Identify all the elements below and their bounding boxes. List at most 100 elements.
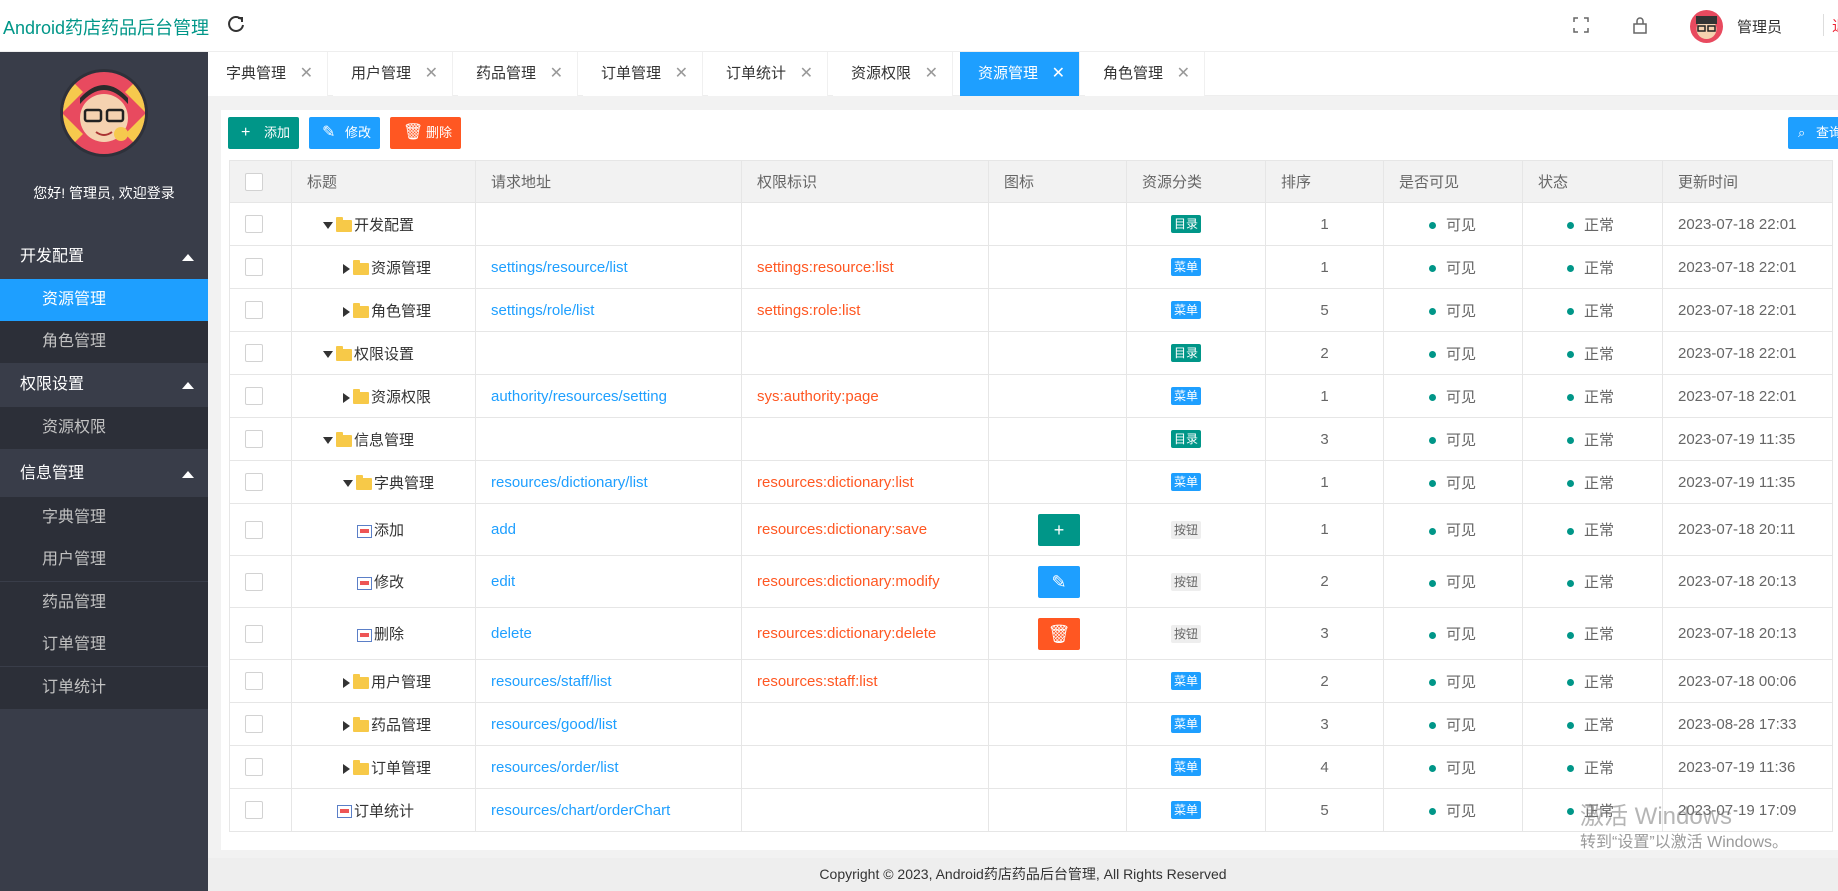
sidebar-item-resource-permissions[interactable]: 资源权限 [0,407,208,449]
table-row[interactable]: 用户管理 resources/staff/list resources:staff:… [229,659,1833,703]
row-checkbox[interactable] [245,473,263,492]
table-row[interactable]: 权限设置 目录 2 可见 正常 2023-07-18 22:01 [229,331,1833,375]
table-row[interactable]: 角色管理 settings/role/list settings:role:list… [229,288,1833,332]
sidebar-group-label: 开发配置 [20,248,85,265]
welcome-text: 您好! 管理员, 欢迎登录 [33,185,175,201]
column-header-status[interactable]: 状态 [1522,160,1663,203]
row-checkbox[interactable] [245,430,263,449]
collapse-arrow-icon[interactable] [343,263,350,274]
collapse-arrow-icon[interactable] [343,763,350,774]
row-select-cell [229,417,292,461]
close-icon[interactable]: ✕ [550,52,563,96]
column-header-visible[interactable]: 是否可见 [1383,160,1523,203]
table-row[interactable]: 开发配置 目录 1 可见 正常 2023-07-18 22:01 [229,202,1833,246]
close-icon[interactable]: ✕ [1177,52,1190,96]
expand-arrow-icon[interactable] [323,351,333,359]
fullscreen-icon[interactable] [1572,16,1590,34]
tab-resource-management[interactable]: 资源管理 ✕ [960,52,1080,96]
table-row[interactable]: 资源管理 settings/resource/list settings:resou… [229,245,1833,289]
updated-time: 2023-07-18 22:01 [1678,301,1797,319]
close-icon[interactable]: ✕ [300,52,313,96]
close-icon[interactable]: ✕ [675,52,688,96]
sidebar-group-dev-config[interactable]: 开发配置 [0,236,208,278]
refresh-icon[interactable] [226,14,246,34]
table-row[interactable]: 资源权限 authority/resources/setting sys:autho… [229,374,1833,418]
tab-orders[interactable]: 订单管理 ✕ [583,52,703,96]
user-avatar[interactable] [1690,10,1723,43]
expand-arrow-icon[interactable] [343,480,353,488]
row-checkbox[interactable] [245,624,263,643]
column-header-icon[interactable]: 图标 [988,160,1127,203]
sidebar-item-dictionary[interactable]: 字典管理 [0,497,208,539]
tab-resource-permissions[interactable]: 资源权限 ✕ [833,52,953,96]
row-checkbox[interactable] [245,801,263,820]
column-header-permission[interactable]: 权限标识 [741,160,989,203]
row-checkbox[interactable] [245,387,263,406]
row-checkbox[interactable] [245,572,263,591]
select-all-checkbox[interactable] [245,172,263,191]
add-button[interactable]: + 添加 [228,117,299,149]
logout-link[interactable]: 退 [1832,15,1838,36]
status-text: 正常 [1584,574,1615,591]
close-icon[interactable]: ✕ [1052,52,1065,96]
close-icon[interactable]: ✕ [925,52,938,96]
tab-users[interactable]: 用户管理 ✕ [333,52,453,96]
row-checkbox[interactable] [245,344,263,363]
sidebar-group-permissions[interactable]: 权限设置 [0,364,208,406]
delete-button-label: 删除 [426,125,453,140]
column-header-category[interactable]: 资源分类 [1126,160,1266,203]
collapse-arrow-icon[interactable] [343,677,350,688]
sidebar-item-order-stats[interactable]: 订单统计 [0,667,208,709]
delete-button[interactable]: 🗑 删除 [390,117,461,149]
column-header-url[interactable]: 请求地址 [475,160,742,203]
row-checkbox[interactable] [245,520,263,539]
edit-button[interactable]: ✎ 修改 [309,117,380,149]
row-checkbox[interactable] [245,258,263,277]
sidebar-item-role-management[interactable]: 角色管理 [0,321,208,363]
sidebar-group-info-management[interactable]: 信息管理 [0,453,208,495]
search-button[interactable]: ⌕ 查询 [1788,117,1838,149]
column-header-title[interactable]: 标题 [291,160,476,203]
expand-arrow-icon[interactable] [323,222,333,230]
visible-dot [1429,808,1436,816]
table-row[interactable]: 药品管理 resources/good/list 菜单 3 可见 正常 2023-08-28… [229,702,1833,746]
tab-role-management[interactable]: 角色管理 ✕ [1085,52,1205,96]
plus-icon: + [1038,513,1080,546]
sidebar-item-orders[interactable]: 订单管理 [0,624,208,666]
sidebar-item-resource-management[interactable]: 资源管理 [0,279,208,321]
close-icon[interactable]: ✕ [800,52,813,96]
table-row[interactable]: 删除 delete resources:dictionary:delete 🗑 按钮 3 可… [229,607,1833,660]
row-checkbox[interactable] [245,715,263,734]
sidebar-item-drugs[interactable]: 药品管理 [0,582,208,624]
collapse-arrow-icon[interactable] [343,720,350,731]
collapse-arrow-icon[interactable] [343,392,350,403]
tab-order-stats[interactable]: 订单统计 ✕ [708,52,828,96]
permission-key: resources:dictionary:save [757,521,928,538]
sort-cell: 3 [1265,702,1384,746]
expand-arrow-icon[interactable] [323,437,333,445]
row-checkbox[interactable] [245,301,263,320]
row-checkbox[interactable] [245,672,263,691]
category-badge: 按钮 [1171,572,1202,591]
status-text: 正常 [1584,522,1615,539]
table-row[interactable]: 信息管理 目录 3 可见 正常 2023-07-19 11:35 [229,417,1833,461]
lock-icon[interactable] [1631,16,1649,34]
row-checkbox[interactable] [245,215,263,234]
table-row[interactable]: 添加 add resources:dictionary:save + 按钮 1 可见 正常 20… [229,503,1833,556]
updated-cell: 2023-08-28 17:33 [1662,702,1833,746]
user-name[interactable]: 管理员 [1737,16,1782,37]
icon-cell [988,788,1127,832]
column-header-updated[interactable]: 更新时间 [1662,160,1833,203]
collapse-arrow-icon[interactable] [343,306,350,317]
close-icon[interactable]: ✕ [425,52,438,96]
tab-dictionary[interactable]: 字典管理 ✕ [208,52,328,96]
tab-drugs[interactable]: 药品管理 ✕ [458,52,578,96]
table-row[interactable]: 修改 edit resources:dictionary:modify ✎ 按钮 2 可见 正… [229,555,1833,608]
table-row[interactable]: 订单管理 resources/order/list 菜单 4 可见 正常 2023-07-1… [229,745,1833,789]
table-row[interactable]: 字典管理 resources/dictionary/list resources:d… [229,460,1833,504]
row-checkbox[interactable] [245,758,263,777]
url-cell: settings/role/list [475,288,742,332]
title-cell: 信息管理 [291,417,476,461]
sidebar-item-users[interactable]: 用户管理 [0,539,208,581]
column-header-sort[interactable]: 排序 [1265,160,1384,203]
